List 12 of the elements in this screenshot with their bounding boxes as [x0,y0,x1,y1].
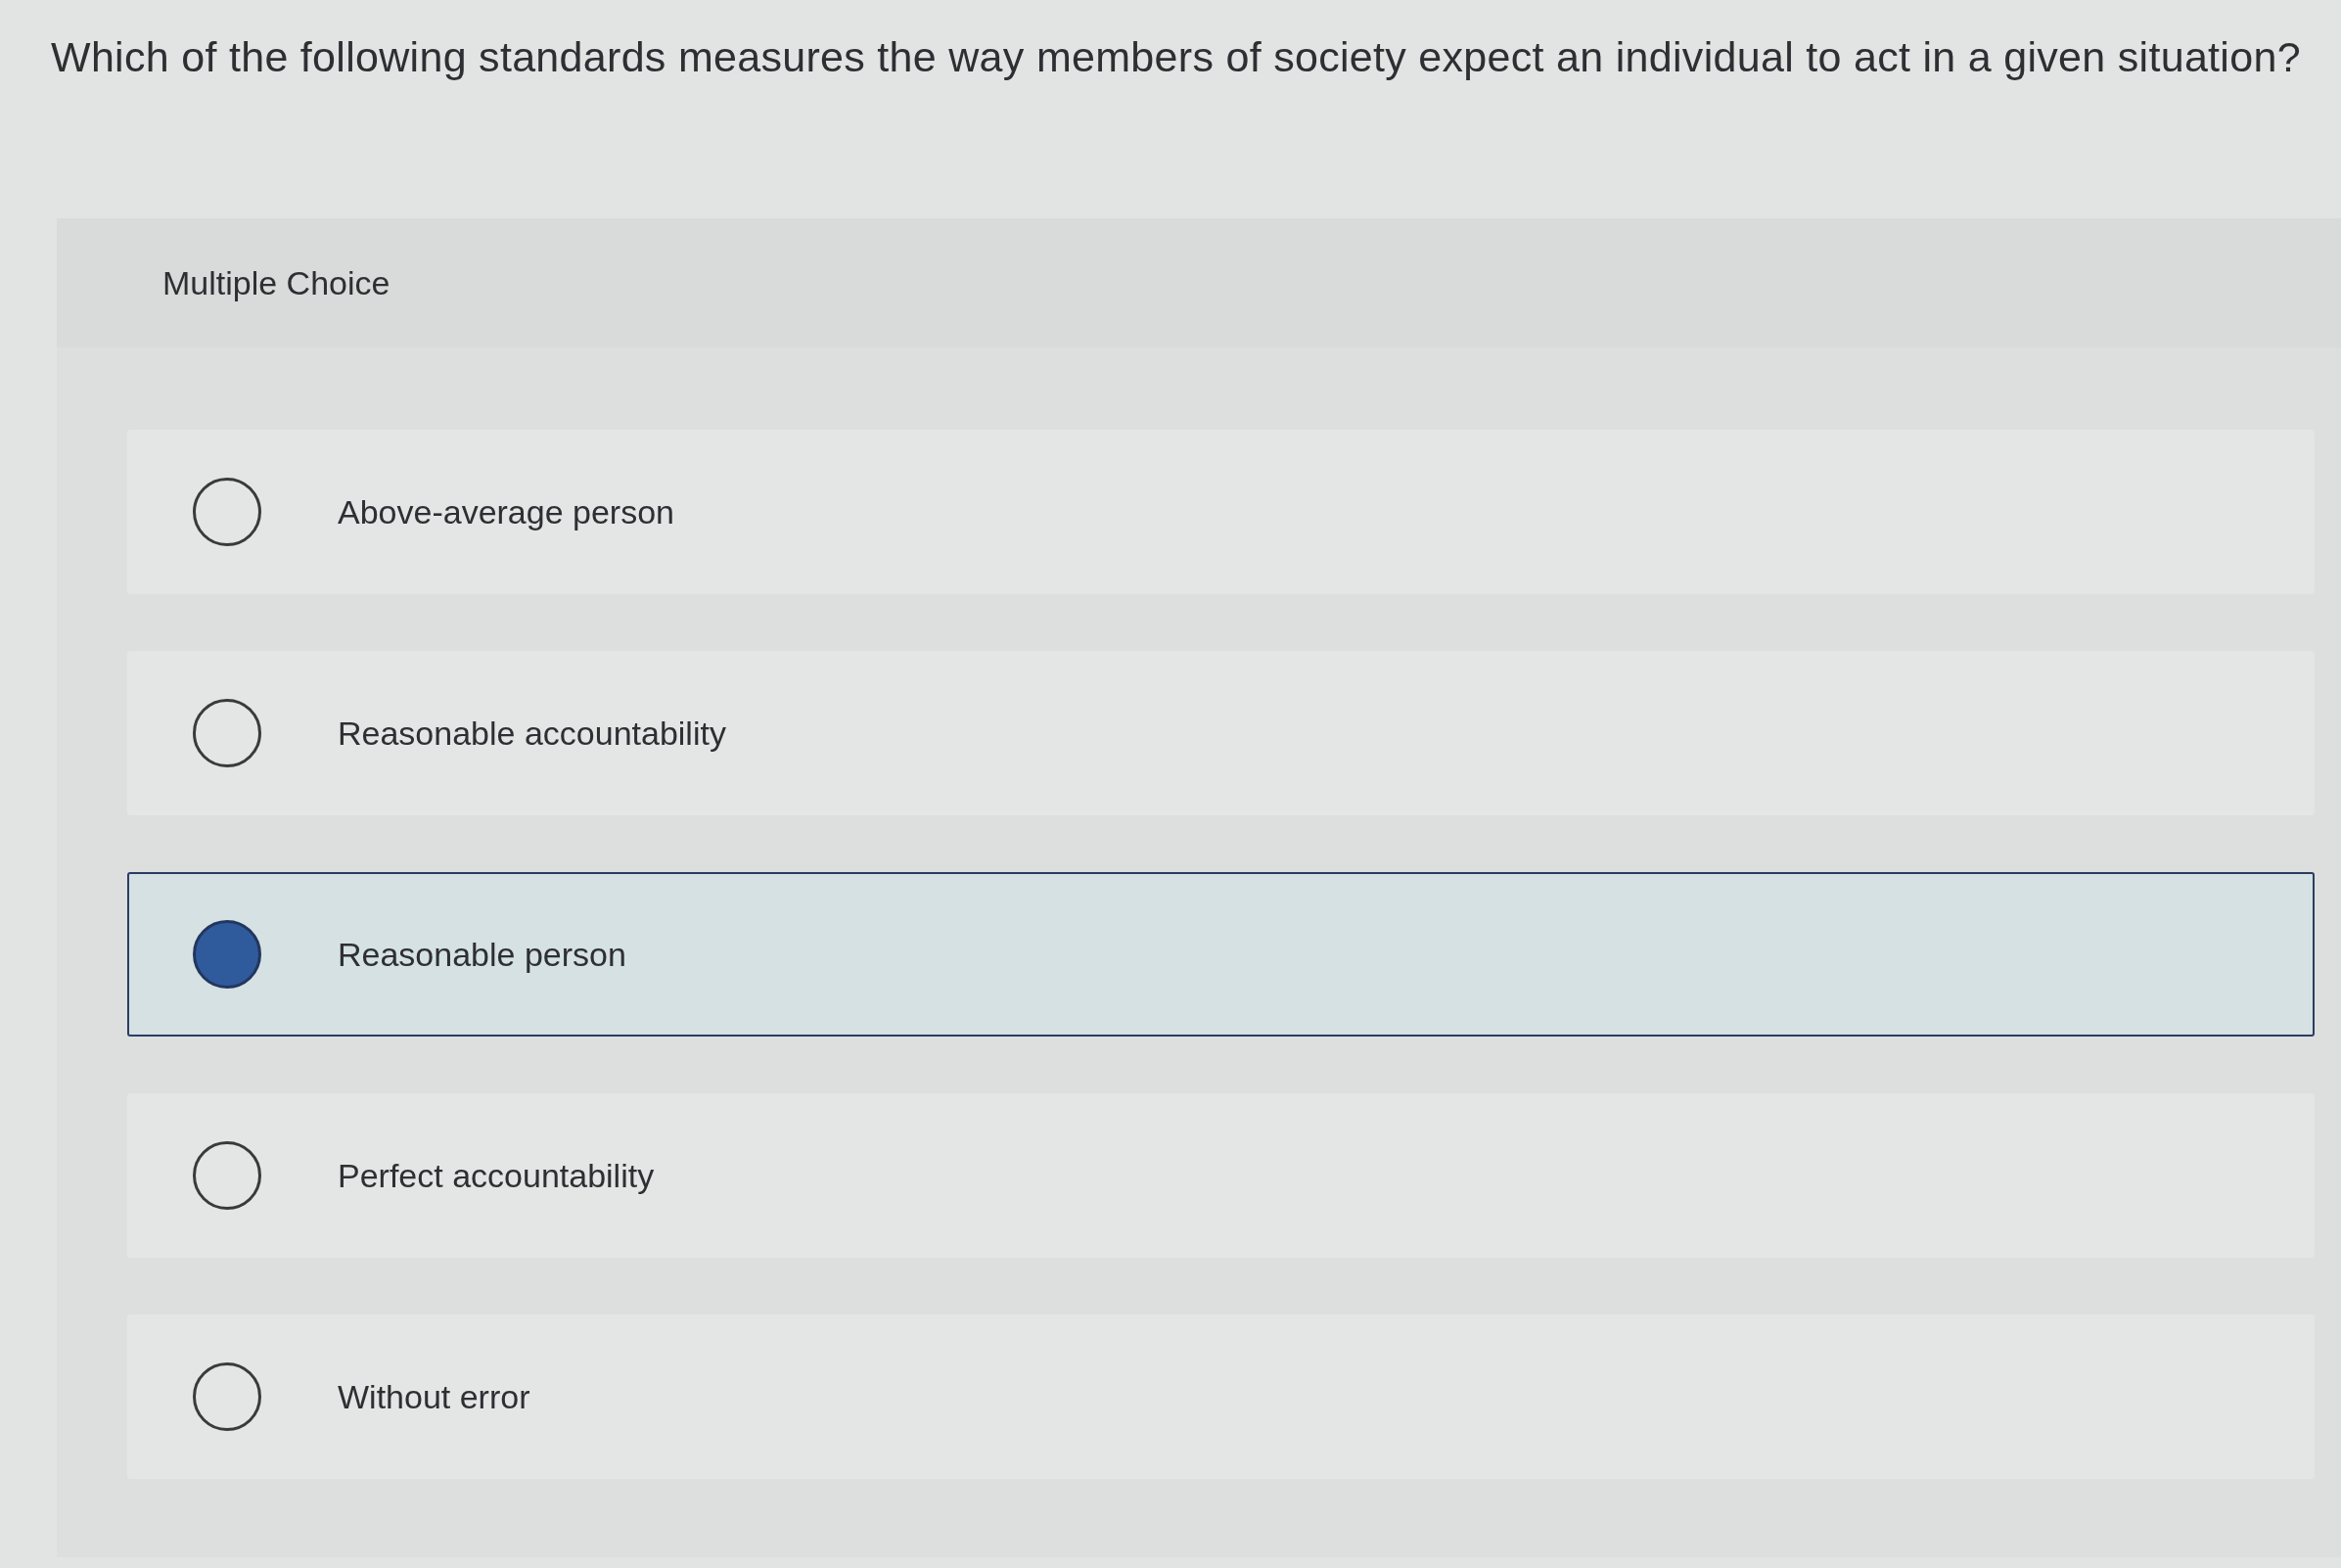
radio-button[interactable] [193,478,261,546]
answer-option[interactable]: Reasonable person [127,872,2315,1037]
radio-button[interactable] [193,1141,261,1210]
question-type-label: Multiple Choice [162,263,390,302]
question-text: Which of the following standards measures the way members of society expect an individual to act in a given situation? [51,32,2301,82]
answer-option[interactable]: Perfect accountability [127,1093,2315,1258]
answer-option[interactable]: Without error [127,1314,2315,1479]
radio-button[interactable] [193,1362,261,1431]
radio-button[interactable] [193,699,261,767]
answer-option[interactable]: Reasonable accountability [127,651,2315,815]
answer-option[interactable]: Above-average person [127,430,2315,594]
radio-button[interactable] [193,920,261,989]
